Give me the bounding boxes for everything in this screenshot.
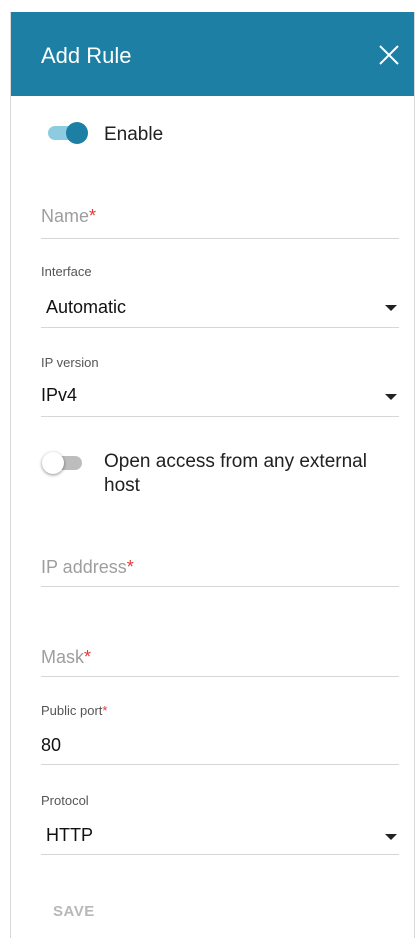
public-port-label: Public port* — [41, 703, 108, 718]
open-access-label: Open access from any external host — [104, 450, 367, 498]
interface-label: Interface — [41, 264, 92, 279]
interface-value: Automatic — [46, 297, 127, 317]
ip-address-underline — [41, 586, 399, 587]
enable-toggle[interactable] — [44, 118, 90, 148]
ip-version-value: IPv4 — [41, 385, 78, 405]
caret-down-icon — [385, 305, 397, 311]
protocol-value: HTTP — [46, 825, 93, 845]
name-placeholder: Name* — [41, 206, 97, 226]
caret-down-icon — [385, 834, 397, 840]
protocol-label: Protocol — [41, 793, 89, 808]
close-icon[interactable] — [376, 42, 402, 68]
ip-version-select[interactable]: IP version IPv4 — [41, 355, 399, 419]
open-access-label-line2: host — [104, 475, 140, 496]
toggle-knob — [66, 122, 88, 144]
ip-version-label: IP version — [41, 355, 99, 370]
ip-version-underline — [41, 416, 399, 417]
public-port-value: 80 — [41, 735, 62, 755]
mask-underline — [41, 676, 399, 677]
name-field[interactable]: Name* — [41, 202, 399, 242]
caret-down-icon — [385, 394, 397, 400]
protocol-select[interactable]: Protocol HTTP — [41, 793, 399, 859]
ip-address-field[interactable]: IP address* — [41, 553, 399, 593]
dialog-title: Add Rule — [41, 43, 132, 68]
open-access-toggle[interactable] — [42, 448, 88, 478]
interface-select[interactable]: Interface Automatic — [41, 264, 399, 330]
dialog-header: Add Rule — [11, 12, 414, 96]
interface-underline — [41, 327, 399, 328]
protocol-underline — [41, 854, 399, 855]
mask-field[interactable]: Mask* — [41, 643, 399, 683]
public-port-field[interactable]: Public port* 80 — [41, 703, 399, 767]
name-underline — [41, 238, 399, 239]
mask-placeholder: Mask* — [41, 647, 92, 667]
save-button[interactable]: SAVE — [53, 903, 95, 920]
ip-address-placeholder: IP address* — [41, 557, 134, 577]
toggle-knob — [42, 452, 64, 474]
enable-label: Enable — [104, 124, 164, 145]
open-access-label-line1: Open access from any external — [104, 451, 367, 472]
public-port-underline — [41, 764, 399, 765]
add-rule-dialog: Add Rule Enable Name* Interface Automati… — [10, 12, 415, 938]
